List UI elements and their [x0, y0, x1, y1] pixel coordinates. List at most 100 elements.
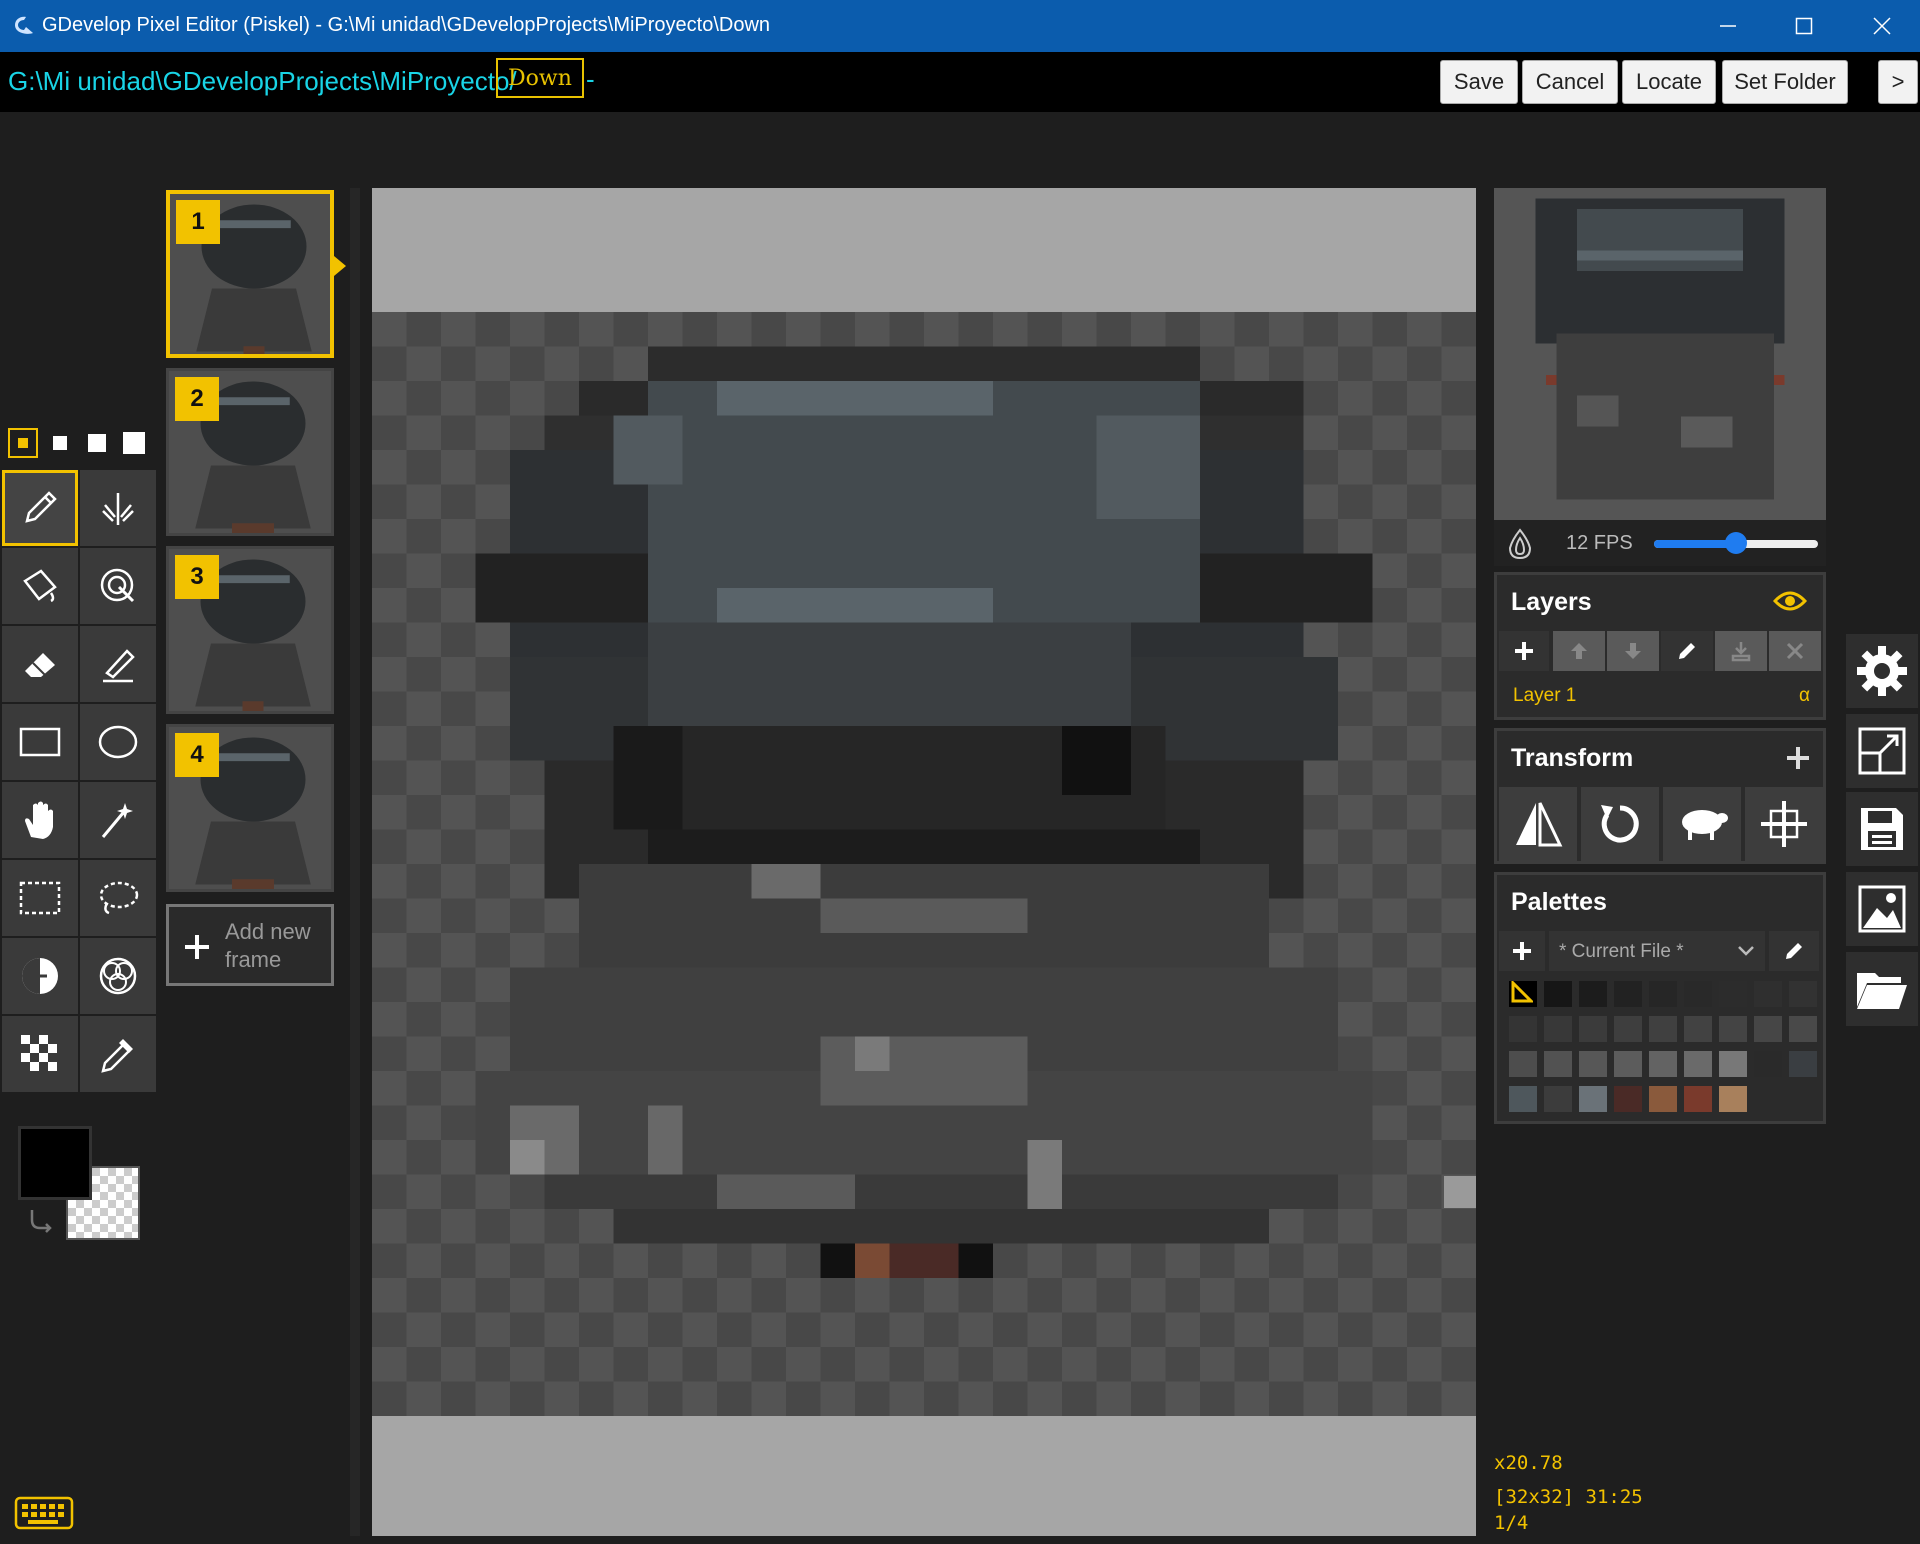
export-image-button[interactable]	[1846, 872, 1918, 946]
save-file-button[interactable]	[1846, 792, 1918, 866]
palette-swatch[interactable]	[1789, 1016, 1817, 1042]
fps-slider-thumb[interactable]	[1725, 532, 1747, 554]
cancel-button[interactable]: Cancel	[1522, 60, 1618, 104]
filename-field[interactable]: Down	[496, 58, 584, 98]
palette-swatch[interactable]	[1789, 1051, 1817, 1077]
palette-swatch[interactable]	[1684, 1086, 1712, 1112]
palette-swatch[interactable]	[1719, 1051, 1747, 1077]
palette-swatch[interactable]	[1719, 1016, 1747, 1042]
close-icon	[1873, 17, 1891, 35]
move-layer-up-button[interactable]	[1553, 631, 1605, 671]
move-layer-down-button[interactable]	[1607, 631, 1659, 671]
stroke-tool[interactable]	[80, 626, 156, 702]
onion-skin-icon[interactable]	[1504, 528, 1536, 560]
lighten-tool[interactable]	[2, 938, 78, 1014]
frame-thumbnail-3[interactable]: 3	[166, 546, 334, 714]
frame-thumbnail-2[interactable]: 2	[166, 368, 334, 536]
palette-swatch[interactable]	[1649, 1051, 1677, 1077]
drawing-canvas[interactable]	[372, 312, 1476, 1416]
palette-swatch[interactable]	[1614, 981, 1642, 1007]
paint-same-color-tool[interactable]	[80, 548, 156, 624]
palette-swatch[interactable]	[1579, 1086, 1607, 1112]
palette-swatch[interactable]	[1649, 1086, 1677, 1112]
frame-thumbnail-4[interactable]: 4	[166, 724, 334, 892]
palette-swatch[interactable]	[1719, 981, 1747, 1007]
rename-layer-button[interactable]	[1661, 631, 1713, 671]
primary-color[interactable]	[18, 1126, 92, 1200]
locate-button[interactable]: Locate	[1622, 60, 1716, 104]
dithering-tool[interactable]	[80, 938, 156, 1014]
palette-swatch[interactable]	[1649, 1016, 1677, 1042]
resize-button[interactable]	[1846, 714, 1918, 788]
more-button[interactable]: >	[1878, 60, 1918, 104]
pen-tool[interactable]	[2, 470, 78, 546]
palette-swatch[interactable]	[1754, 1016, 1782, 1042]
layer-item[interactable]: Layer 1 α	[1497, 675, 1823, 717]
flip-button[interactable]	[1499, 787, 1577, 861]
keyboard-icon[interactable]	[14, 1496, 74, 1530]
plus-icon[interactable]	[1785, 745, 1811, 771]
eye-icon[interactable]	[1773, 589, 1807, 613]
checker-tool[interactable]	[2, 1016, 78, 1092]
layer-alpha[interactable]: α	[1799, 685, 1810, 707]
paint-bucket-tool[interactable]	[2, 548, 78, 624]
palette-swatch[interactable]	[1544, 981, 1572, 1007]
swap-colors-icon[interactable]	[26, 1206, 54, 1234]
delete-layer-button[interactable]	[1769, 631, 1821, 671]
frames-scrollbar[interactable]	[350, 188, 360, 1536]
rectangle-tool[interactable]	[2, 704, 78, 780]
close-window-button[interactable]	[1844, 0, 1920, 52]
move-tool[interactable]	[2, 782, 78, 858]
shape-selection-tool[interactable]	[80, 782, 156, 858]
lasso-selection-tool[interactable]	[80, 860, 156, 936]
set-folder-button[interactable]: Set Folder	[1722, 60, 1848, 104]
add-new-frame-button[interactable]: Add new frame	[166, 904, 334, 986]
save-button[interactable]: Save	[1440, 60, 1518, 104]
palette-swatch[interactable]	[1579, 1051, 1607, 1077]
rotate-button[interactable]	[1581, 787, 1659, 861]
pen-size-3[interactable]	[82, 428, 112, 458]
ellipse-tool[interactable]	[80, 704, 156, 780]
palette-swatch[interactable]	[1614, 1051, 1642, 1077]
palette-swatch[interactable]	[1509, 1051, 1537, 1077]
merge-layer-button[interactable]	[1715, 631, 1767, 671]
pen-size-2[interactable]	[45, 428, 75, 458]
center-button[interactable]	[1745, 787, 1823, 861]
pen-size-1[interactable]	[8, 428, 38, 458]
edit-palette-button[interactable]	[1769, 931, 1819, 971]
palette-swatch[interactable]	[1614, 1086, 1642, 1112]
palette-swatch[interactable]	[1509, 1016, 1537, 1042]
palette-swatch[interactable]	[1684, 981, 1712, 1007]
palette-swatch[interactable]	[1684, 1016, 1712, 1042]
selected-frame-arrow	[334, 256, 346, 276]
add-palette-button[interactable]	[1499, 931, 1545, 971]
fps-slider[interactable]	[1654, 532, 1818, 554]
frame-thumbnail-1[interactable]: 1	[166, 190, 334, 358]
eraser-tool[interactable]	[2, 626, 78, 702]
palette-swatch[interactable]	[1789, 981, 1817, 1007]
palette-swatch[interactable]	[1754, 981, 1782, 1007]
palette-swatch[interactable]	[1579, 1016, 1607, 1042]
palette-select[interactable]: * Current File *	[1549, 931, 1765, 971]
canvas-resize-handle[interactable]	[1444, 1176, 1476, 1208]
palette-swatch[interactable]	[1719, 1086, 1747, 1112]
add-layer-button[interactable]	[1499, 631, 1549, 671]
maximize-button[interactable]	[1766, 0, 1842, 52]
clone-button[interactable]	[1663, 787, 1741, 861]
palette-swatch[interactable]	[1579, 981, 1607, 1007]
palette-swatch[interactable]	[1649, 981, 1677, 1007]
palette-swatch[interactable]	[1754, 1051, 1782, 1077]
palette-swatch[interactable]	[1544, 1086, 1572, 1112]
palette-swatch[interactable]	[1544, 1051, 1572, 1077]
settings-button[interactable]	[1846, 634, 1918, 708]
rectangle-selection-tool[interactable]	[2, 860, 78, 936]
pen-size-4[interactable]	[119, 428, 149, 458]
mirror-pen-tool[interactable]	[80, 470, 156, 546]
palette-swatch[interactable]	[1509, 1086, 1537, 1112]
minimize-button[interactable]	[1690, 0, 1766, 52]
color-picker-tool[interactable]	[80, 1016, 156, 1092]
palette-swatch[interactable]	[1614, 1016, 1642, 1042]
palette-swatch[interactable]	[1684, 1051, 1712, 1077]
palette-swatch[interactable]	[1544, 1016, 1572, 1042]
open-file-button[interactable]	[1846, 952, 1918, 1026]
